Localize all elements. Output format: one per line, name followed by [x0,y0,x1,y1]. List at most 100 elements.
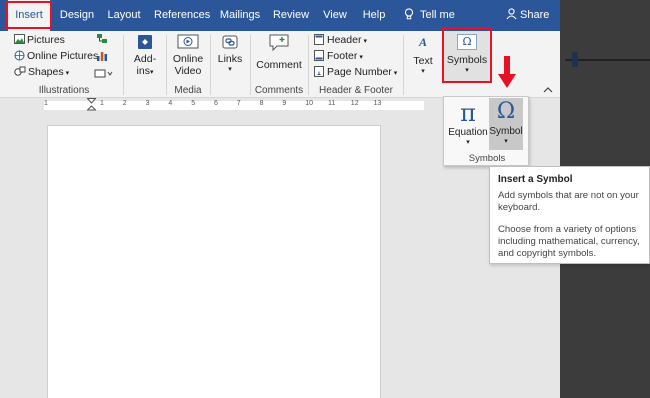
pictures-icon [14,34,25,44]
group-divider [403,35,404,95]
lightbulb-icon [404,8,414,20]
ruler-number: 4 [168,100,173,107]
ruler-left-number: 1 [44,100,48,107]
ruler-number: 13 [373,100,382,107]
online-video-button[interactable]: Online Video [170,33,206,77]
page-number-icon [314,66,324,77]
add-ins-button[interactable]: Add- ins▾ [128,33,162,77]
footer-icon [314,50,324,61]
add-ins-label-2: ins▾ [136,65,154,77]
ruler-number: 11 [328,100,336,107]
screenshot-icon[interactable] [94,67,114,79]
add-ins-icon [138,35,152,49]
smartart-icon[interactable] [96,33,108,45]
tell-me-label: Tell me [420,9,455,21]
comment-label: Comment [256,59,302,71]
symbols-group-label: Symbols [468,153,506,164]
collapse-ribbon-icon[interactable] [543,86,553,94]
shapes-button[interactable]: Shapes ▾ [14,66,69,78]
media-group-label: Media [174,85,202,96]
ruler-number: 8 [259,100,264,107]
svg-text:A: A [418,35,427,49]
chevron-down-icon: ▾ [65,70,70,77]
add-ins-label-1: Add- [133,53,157,65]
footer-button[interactable]: Footer ▾ [314,50,363,62]
online-video-label-1: Online [172,53,204,65]
online-video-label-2: Video [174,65,202,77]
text-box-icon: A [418,35,427,49]
comment-button[interactable]: Comment [254,33,304,71]
tab-review[interactable]: Review [272,0,310,31]
header-button[interactable]: Header ▾ [314,34,367,46]
equation-label: Equation [448,127,488,138]
symbols-dropdown-panel: π Equation ▾ Ω Symbol ▾ Symbols [443,96,529,166]
chevron-down-icon: ▾ [363,38,367,45]
ruler-number: 3 [145,100,150,107]
indent-marker-icon[interactable] [87,98,96,113]
comment-icon [269,34,289,52]
tooltip-line-2: Choose from a variety of options includi… [498,224,640,259]
illustrations-group-label: Illustrations [38,85,90,96]
online-video-icon [177,34,199,49]
pictures-label: Pictures [27,34,65,46]
share-label: Share [520,9,550,21]
red-arrow-down-icon [498,56,516,88]
group-divider [308,35,309,95]
ruler-number: 10 [305,100,313,107]
chart-icon[interactable] [96,50,108,62]
page-number-label: Page Number [327,66,392,78]
tab-references[interactable]: References [154,0,210,31]
page-number-button[interactable]: Page Number ▾ [314,66,397,78]
person-icon [506,8,517,20]
pi-icon: π [460,99,476,127]
share-button[interactable]: Share [506,0,549,31]
ruler-number: 2 [122,100,127,107]
tab-layout[interactable]: Layout [104,0,144,31]
shapes-icon [14,66,26,76]
tab-design[interactable]: Design [58,0,96,31]
online-pictures-button[interactable]: Online Pictures [14,50,98,62]
chevron-down-icon: ▾ [359,54,363,61]
text-label: Text [413,55,433,67]
symbol-button[interactable]: Ω Symbol ▾ [489,98,523,150]
group-divider [123,35,124,95]
ruler-number: 12 [350,100,359,107]
ruler-number: 1 [100,100,104,107]
header-label: Header [327,34,362,46]
tab-view[interactable]: View [320,0,350,31]
group-divider [250,35,251,95]
ruler-number: 6 [214,100,218,107]
group-divider [210,35,211,95]
chevron-down-icon: ▾ [393,70,398,77]
tooltip-title: Insert a Symbol [498,174,573,185]
chevron-down-icon: ▾ [421,68,425,75]
symbols-highlight [442,27,492,83]
insert-tab-highlight [6,1,52,29]
footer-label: Footer [327,50,358,62]
tooltip-line-1: Add symbols that are not on your keyboar… [498,190,639,213]
link-icon [222,35,238,49]
ruler-number: 7 [236,100,241,107]
pictures-button[interactable]: Pictures [14,34,65,46]
insert-symbol-tooltip: Insert a Symbol Add symbols that are not… [489,166,650,264]
header-footer-group-label: Header & Footer [319,85,393,96]
symbol-label: Symbol [489,126,523,137]
zoom-slider-handle[interactable] [572,52,578,67]
links-label: Links [217,53,243,65]
tab-help[interactable]: Help [360,0,388,31]
ruler-number: 5 [191,100,196,107]
equation-button[interactable]: π Equation ▾ [448,99,488,149]
online-pictures-label: Online Pictures [27,50,99,62]
ruler-number: 9 [282,100,287,107]
document-page[interactable] [47,125,381,398]
omega-icon: Ω [496,99,516,124]
links-button[interactable]: Links ▾ [214,33,246,73]
shapes-label: Shapes [28,66,64,78]
chevron-down-icon: ▾ [228,66,232,73]
header-icon [314,34,324,45]
online-pictures-icon [14,50,25,61]
text-button[interactable]: A Text ▾ [406,33,440,75]
tab-mailings[interactable]: Mailings [218,0,262,31]
chevron-down-icon: ▾ [504,138,508,145]
comments-group-label: Comments [254,85,304,96]
